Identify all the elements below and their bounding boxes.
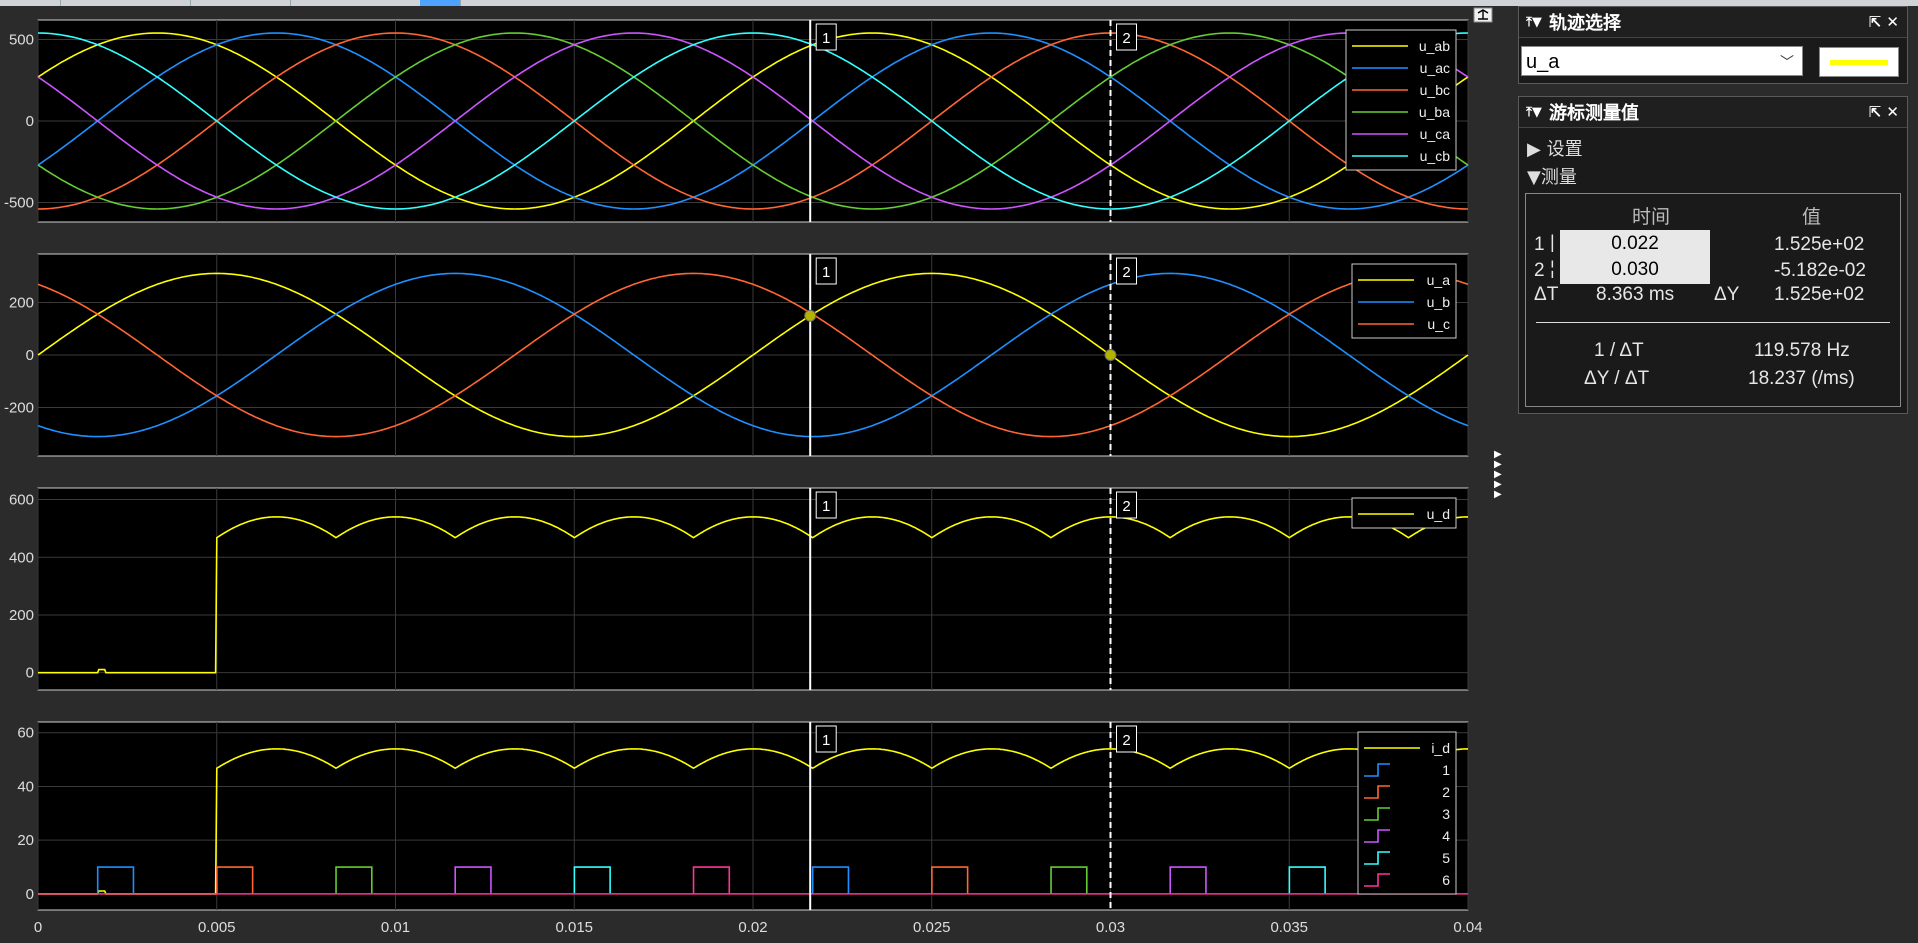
undock-close-icons[interactable]: ⇱ ✕ [1849,13,1907,31]
y-tick-label: 200 [9,607,34,624]
delta-y-value: 1.525e+02 [1774,284,1865,305]
undock-plot-icon[interactable] [1473,7,1493,23]
x-tick-label: 0.01 [381,919,410,936]
plot-1: 500 0 -500 1 2 u_ab u_ac u_bc u_ba u_ca u_cb [4,19,1469,223]
measurements-label: 测量 [1540,167,1577,188]
measurements-table: 时间 值 1 | 0.022 1.525e+02 2 ¦ 0.030 -5.18… [1525,193,1901,407]
cursor-2-label: 2 [1122,732,1130,749]
y-tick-label: 20 [17,832,34,849]
chevron-down-icon: ﹀ [1780,54,1794,70]
legend-label: u_ca [1420,126,1451,142]
measurements-expander[interactable]: ▼测量 [1527,163,1577,189]
legend-label: 6 [1442,872,1450,888]
legend-label: i_d [1431,740,1450,756]
inverse-dt-label: 1 / ΔT [1594,340,1644,361]
legend-label: 5 [1442,850,1450,866]
trace-panel-title: 轨迹选择 [1549,13,1621,34]
trace-selection-panel: ⤒▼ 轨迹选择 ⇱ ✕ u_a ﹀ [1518,6,1908,84]
plot-2: 200 0 -200 1 2 u_a u_b u_c [4,253,1469,457]
x-tick-label: 0 [34,919,42,936]
cursor-2-marker [1104,349,1117,361]
x-tick-label: 0.035 [1270,919,1308,936]
legend-label: u_a [1427,272,1451,288]
x-tick-label: 0.02 [738,919,767,936]
cursor-1-marker [804,309,817,322]
y-tick-label: 600 [9,492,34,509]
cursor-2-label: 2 [1122,498,1130,515]
cursor-panel-header: ⤒▼ 游标测量值 ⇱ ✕ [1519,97,1907,128]
cursor2-value: -5.182e-02 [1774,260,1866,281]
y-tick-label: 0 [26,665,34,682]
cursor-1-label: 1 [822,732,830,749]
pin-icon[interactable]: ⤒▼ [1519,15,1549,30]
legend-label: u_ab [1419,38,1450,54]
cursor1-label: 1 [1534,234,1545,255]
cursor-1-label: 1 [822,264,830,281]
cursor-2-label: 2 [1122,30,1130,47]
x-tick-label: 0.03 [1096,919,1125,936]
undock-close-icons[interactable]: ⇱ ✕ [1849,103,1907,121]
cursor2-label: 2 [1534,260,1545,281]
legend: i_d 1 2 3 4 5 6 [1357,731,1457,895]
col-value-header: 值 [1802,207,1822,228]
delta-t-value: 8.363 ms [1596,284,1675,305]
divider [1536,322,1890,323]
y-tick-label: -500 [4,194,34,211]
legend-label: 3 [1442,806,1450,822]
trace-color-line [1830,60,1888,65]
cursor2-dashed-icon: ¦ [1550,258,1555,278]
trace-panel-header: ⤒▼ 轨迹选择 ⇱ ✕ [1519,7,1907,38]
plot-3: 600 400 200 0 1 2 u_d [9,487,1469,691]
x-tick-label: 0.04 [1453,919,1482,936]
y-tick-label: 0 [26,113,34,130]
legend-label: u_cb [1420,148,1451,164]
legend-label: 4 [1442,828,1450,844]
y-tick-label: 60 [17,725,34,742]
cursor-panel-title: 游标测量值 [1549,103,1639,124]
trace-select-dropdown[interactable]: u_a ﹀ [1521,46,1803,76]
cursor2-time-input[interactable]: 0.030 [1560,256,1710,284]
slope-value: 18.237 (/ms) [1748,368,1855,389]
y-tick-label: 400 [9,549,34,566]
cursor1-value: 1.525e+02 [1774,234,1865,255]
trace-select-value: u_a [1526,51,1560,73]
legend-label: u_ba [1419,104,1450,120]
settings-label: 设置 [1546,139,1583,160]
legend-label: u_ac [1420,60,1450,76]
legend-label: u_d [1427,506,1450,522]
delta-t-label: ΔT [1534,284,1559,305]
x-tick-label: 0.005 [198,919,236,936]
plot-4: 60 40 20 0 1 2 i_d 1 2 3 4 5 6 [17,721,1469,911]
y-tick-label: 500 [9,32,34,49]
trace-color-swatch[interactable] [1819,47,1899,77]
legend-label: u_c [1427,316,1450,332]
y-tick-label: 0 [26,886,34,903]
legend: u_ab u_ac u_bc u_ba u_ca u_cb [1345,29,1457,171]
legend-label: u_bc [1420,82,1450,98]
settings-expander[interactable]: ▶ 设置 [1527,135,1583,161]
inverse-dt-value: 119.578 Hz [1754,340,1850,361]
legend-label: 1 [1442,762,1450,778]
y-tick-label: 0 [26,347,34,364]
legend: u_d [1351,497,1457,529]
legend: u_a u_b u_c [1351,263,1457,339]
collapse-panel-arrows[interactable]: ▶ ▶ ▶ ▶ ▶ [1494,450,1502,500]
x-tick-label: 0.015 [555,919,593,936]
cursor-measurements-panel: ⤒▼ 游标测量值 ⇱ ✕ ▶ 设置 ▼测量 时间 值 1 | 0.022 1.5… [1518,96,1908,414]
cursor-2-label: 2 [1122,264,1130,281]
cursor-1-label: 1 [822,498,830,515]
cursor-1-label: 1 [822,30,830,47]
y-tick-label: -200 [4,399,34,416]
delta-y-label: ΔY [1714,284,1740,305]
cursor1-line-icon: | [1550,232,1555,252]
x-tick-label: 0.025 [913,919,951,936]
y-tick-label: 200 [9,295,34,312]
legend-label: u_b [1427,294,1451,310]
col-time-header: 时间 [1632,207,1671,228]
pin-icon[interactable]: ⤒▼ [1519,105,1549,120]
cursor1-time-input[interactable]: 0.022 [1560,230,1710,258]
legend-label: 2 [1442,784,1450,800]
slope-label: ΔY / ΔT [1584,368,1650,389]
y-tick-label: 40 [17,778,34,795]
